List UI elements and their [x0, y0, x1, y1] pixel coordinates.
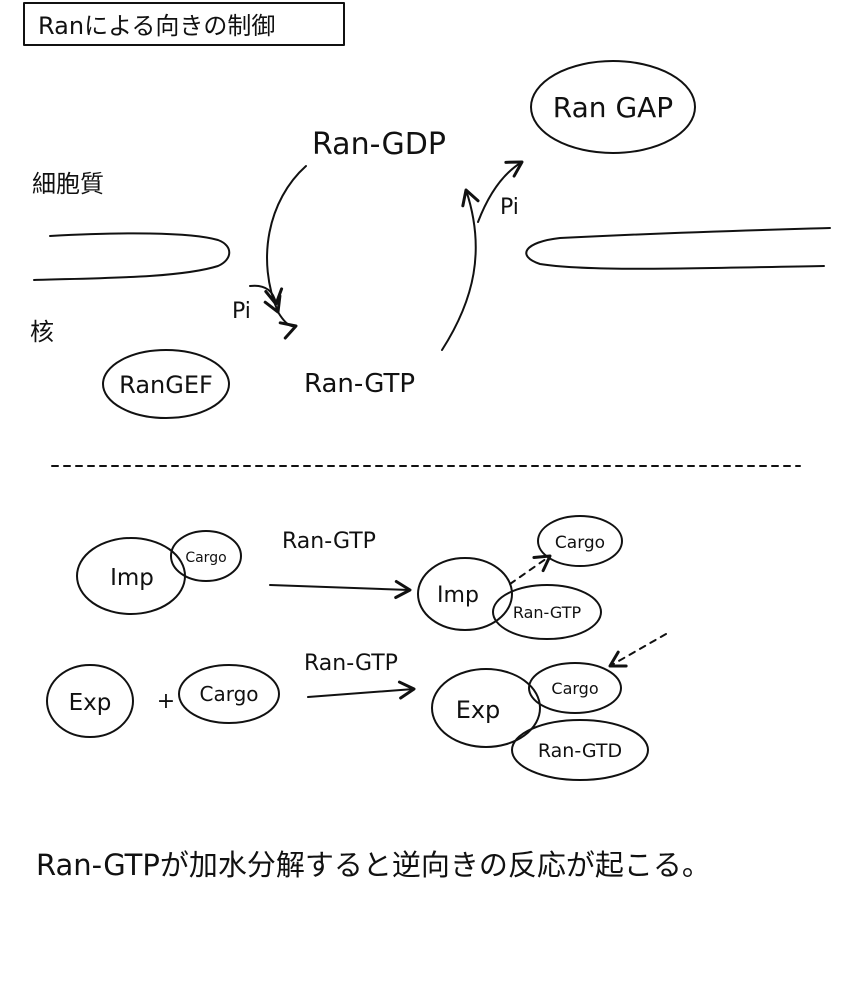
importin-label: Imp	[110, 565, 154, 591]
released-cargo: Cargo	[537, 515, 623, 567]
pi-left-label: Pi	[232, 299, 251, 324]
title-text: Ranによる向きの制御	[38, 12, 275, 40]
export-arrow-label: Ran-GTP	[304, 651, 398, 676]
nucleus-label: 核	[30, 318, 54, 346]
ran-gef-label: RanGEF	[119, 371, 213, 399]
exportin-label: Exp	[69, 690, 112, 716]
nuclear-membrane-left	[33, 232, 231, 281]
ran-gap-label: Ran GAP	[553, 91, 673, 124]
released-cargo-label: Cargo	[555, 533, 605, 553]
import-reactant: Imp Cargo	[76, 530, 242, 615]
export-cargo: Cargo	[178, 664, 280, 724]
export-reactant: Exp	[46, 664, 134, 738]
cycle-arc-left	[263, 165, 307, 314]
pi-top-label: Pi	[500, 195, 519, 220]
export-cargo-label: Cargo	[199, 682, 258, 706]
ran-gdp-label: Ran-GDP	[312, 127, 446, 162]
import-arrow	[269, 580, 412, 599]
title-box: Ranによる向きの制御	[23, 2, 345, 46]
cargo-release-arrow	[509, 554, 552, 585]
export-product: Exp Cargo Ran-GTD	[431, 662, 649, 781]
import-cargo-label: Cargo	[185, 550, 226, 566]
nuclear-membrane-right	[525, 227, 831, 270]
import-arrow-label: Ran-GTP	[282, 529, 376, 554]
bottom-note: Ran-GTPが加水分解すると逆向きの反応が起こる。	[36, 848, 711, 882]
export-product-ran-gtp-label: Ran-GTD	[538, 740, 622, 762]
pi-release-hook	[277, 311, 298, 340]
product-importin-label: Imp	[437, 583, 479, 608]
product-ran-gtp-label: Ran-GTP	[513, 603, 582, 622]
ran-gtp-label: Ran-GTP	[304, 369, 415, 399]
import-product: Imp Ran-GTP	[417, 557, 602, 640]
product-cargo-label: Cargo	[551, 679, 598, 698]
product-exportin-label: Exp	[456, 696, 501, 724]
pi-bind-arrow	[249, 284, 284, 306]
cargo-approach-arrow	[608, 633, 667, 668]
ran-gap-node: Ran GAP	[530, 60, 696, 154]
ran-gef-node: RanGEF	[102, 349, 230, 419]
cycle-arc-right	[441, 188, 480, 351]
cytoplasm-label: 細胞質	[32, 170, 104, 198]
plus-sign: +	[157, 689, 175, 714]
export-arrow	[307, 680, 416, 700]
